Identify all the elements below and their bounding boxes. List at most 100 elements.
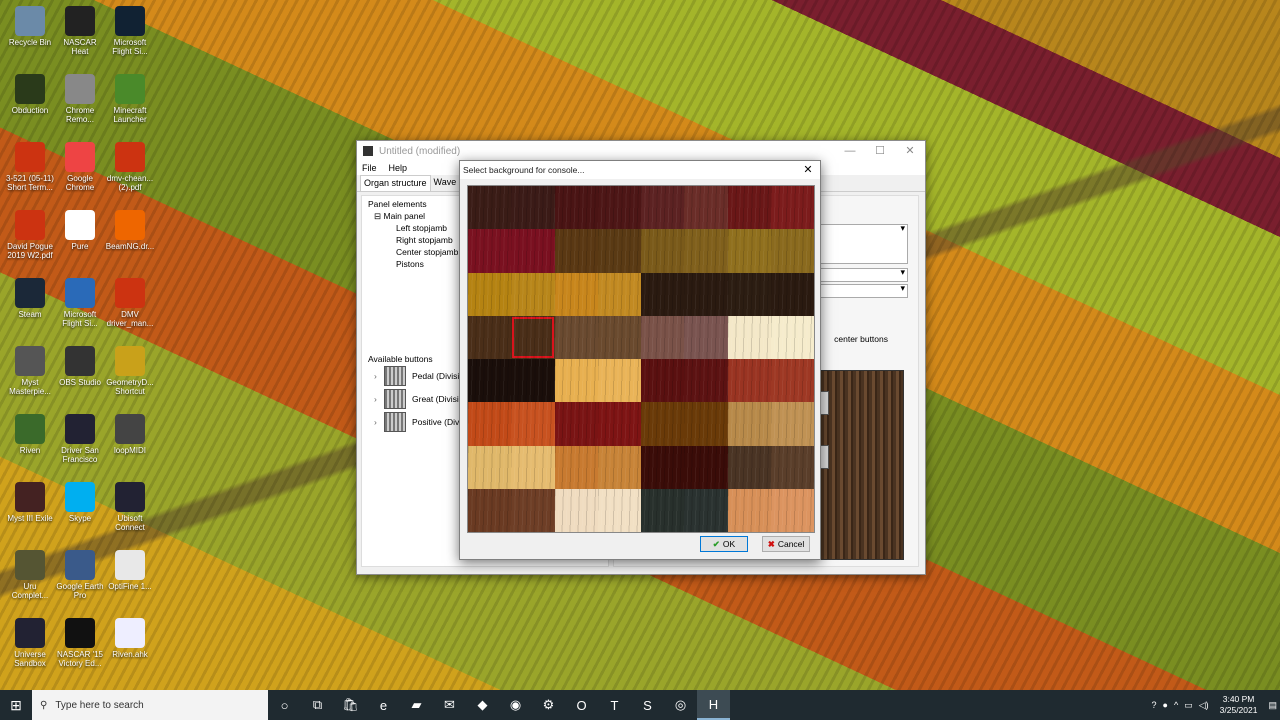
- background-swatch[interactable]: [597, 315, 642, 360]
- background-swatch[interactable]: [597, 186, 642, 230]
- desktop-shortcut[interactable]: Microsoft Flight Si...: [105, 6, 155, 56]
- background-swatch[interactable]: [770, 272, 815, 317]
- background-swatch[interactable]: [554, 272, 599, 317]
- skype-icon[interactable]: S: [631, 690, 664, 720]
- background-swatch[interactable]: [641, 315, 685, 360]
- background-swatch[interactable]: [511, 229, 555, 273]
- background-swatch[interactable]: [684, 402, 728, 446]
- desktop-shortcut[interactable]: Uru Complet...: [5, 550, 55, 600]
- background-swatch[interactable]: [511, 445, 555, 490]
- ok-button[interactable]: ✔ OK: [700, 536, 748, 552]
- desktop-shortcut[interactable]: Riven.ahk: [105, 618, 155, 659]
- background-swatch[interactable]: [554, 402, 599, 446]
- background-swatch[interactable]: [684, 359, 728, 403]
- task-view-icon[interactable]: ⧉: [301, 690, 334, 720]
- maximize-icon[interactable]: ☐: [865, 141, 895, 161]
- menu-help[interactable]: Help: [389, 161, 408, 175]
- background-swatch[interactable]: [554, 229, 599, 273]
- desktop-shortcut[interactable]: Pure: [55, 210, 105, 251]
- chevron-up-icon[interactable]: ^: [1171, 700, 1181, 710]
- minimize-icon[interactable]: —: [835, 141, 865, 161]
- background-swatch[interactable]: [684, 229, 728, 273]
- background-swatch[interactable]: [684, 186, 728, 230]
- background-swatch[interactable]: [770, 445, 815, 490]
- background-swatch[interactable]: [468, 315, 512, 360]
- desktop-shortcut[interactable]: Myst Masterpie...: [5, 346, 55, 396]
- desktop-shortcut[interactable]: Steam: [5, 278, 55, 319]
- windows-start-icon[interactable]: ⊞: [0, 690, 32, 720]
- desktop-shortcut[interactable]: Driver San Francisco: [55, 414, 105, 464]
- background-swatch[interactable]: [468, 186, 512, 230]
- background-swatch[interactable]: [641, 186, 685, 230]
- background-swatch[interactable]: [468, 402, 512, 446]
- option-dropdown-2[interactable]: [810, 283, 908, 298]
- background-swatch[interactable]: [597, 359, 642, 403]
- desktop-shortcut[interactable]: Microsoft Flight Si...: [55, 278, 105, 328]
- desktop-shortcut[interactable]: Myst III Exile: [5, 482, 55, 523]
- background-swatch[interactable]: [770, 359, 815, 403]
- background-swatch[interactable]: [597, 272, 642, 317]
- background-swatch[interactable]: [511, 359, 555, 403]
- hauptwerk-icon[interactable]: H: [697, 690, 730, 720]
- background-swatch[interactable]: [641, 359, 685, 403]
- select-background-dialog[interactable]: Select background for console... ✕ ✔ OK …: [459, 160, 821, 560]
- cortana-icon[interactable]: ○: [268, 690, 301, 720]
- background-swatch[interactable]: [597, 488, 642, 533]
- option-dropdown-1[interactable]: [810, 267, 908, 282]
- background-swatch[interactable]: [468, 488, 512, 533]
- background-swatch[interactable]: [468, 229, 512, 273]
- dialog-close-icon[interactable]: ✕: [800, 162, 816, 178]
- volume-icon[interactable]: ◁): [1196, 700, 1212, 711]
- tab-organ-structure[interactable]: Organ structure: [360, 175, 431, 191]
- background-swatch[interactable]: [511, 186, 555, 230]
- desktop-shortcut[interactable]: Chrome Remo...: [55, 74, 105, 124]
- desktop-shortcut[interactable]: OBS Studio: [55, 346, 105, 387]
- background-swatch[interactable]: [511, 402, 555, 446]
- desktop-shortcut[interactable]: Obduction: [5, 74, 55, 115]
- desktop-shortcut[interactable]: David Pogue 2019 W2.pdf: [5, 210, 55, 260]
- background-swatch[interactable]: [511, 315, 555, 360]
- menu-file[interactable]: File: [362, 161, 377, 175]
- background-swatch[interactable]: [468, 272, 512, 317]
- background-swatch[interactable]: [684, 272, 728, 317]
- edge-icon[interactable]: e: [367, 690, 400, 720]
- background-swatch[interactable]: [770, 186, 815, 230]
- background-swatch[interactable]: [641, 488, 685, 533]
- background-swatch[interactable]: [770, 315, 815, 360]
- background-swatch[interactable]: [468, 359, 512, 403]
- tree-item-right-stopjamb[interactable]: Right stopjamb: [368, 234, 458, 246]
- desktop-shortcut[interactable]: OptiFine 1...: [105, 550, 155, 591]
- desktop-shortcut[interactable]: loopMIDI: [105, 414, 155, 455]
- obs-icon[interactable]: ◎: [664, 690, 697, 720]
- background-swatch[interactable]: [684, 445, 728, 490]
- desktop-shortcut[interactable]: BeamNG.dr...: [105, 210, 155, 251]
- steam-icon[interactable]: ⚙: [532, 690, 565, 720]
- network-icon[interactable]: ▭: [1181, 700, 1196, 711]
- background-swatch[interactable]: [511, 488, 555, 533]
- file-explorer-icon[interactable]: ▰: [400, 690, 433, 720]
- dropbox-icon[interactable]: ◆: [466, 690, 499, 720]
- background-swatch[interactable]: [554, 359, 599, 403]
- desktop-shortcut[interactable]: Riven: [5, 414, 55, 455]
- background-swatch[interactable]: [770, 488, 815, 533]
- tree-item-pistons[interactable]: Pistons: [368, 258, 458, 270]
- background-swatch[interactable]: [727, 272, 772, 317]
- desktop-shortcut[interactable]: DMV driver_man...: [105, 278, 155, 328]
- background-swatch[interactable]: [641, 229, 685, 273]
- desktop-shortcut[interactable]: Ubisoft Connect: [105, 482, 155, 532]
- background-swatch[interactable]: [727, 229, 772, 273]
- chrome-icon[interactable]: ◉: [499, 690, 532, 720]
- tree-item-center-stopjamb[interactable]: Center stopjamb: [368, 246, 458, 258]
- background-swatch[interactable]: [554, 445, 599, 490]
- cancel-button[interactable]: ✖ Cancel: [762, 536, 810, 552]
- background-swatch[interactable]: [641, 445, 685, 490]
- mail-icon[interactable]: ✉: [433, 690, 466, 720]
- chevron-right-icon[interactable]: ›: [374, 417, 384, 427]
- background-swatch[interactable]: [554, 315, 599, 360]
- background-swatch[interactable]: [554, 186, 599, 230]
- background-swatch[interactable]: [727, 186, 772, 230]
- style-dropdown[interactable]: [810, 223, 908, 264]
- background-swatch[interactable]: [727, 359, 772, 403]
- desktop-shortcut[interactable]: 3-521 (05-11) Short Term...: [5, 142, 55, 192]
- chevron-right-icon[interactable]: ›: [374, 371, 384, 381]
